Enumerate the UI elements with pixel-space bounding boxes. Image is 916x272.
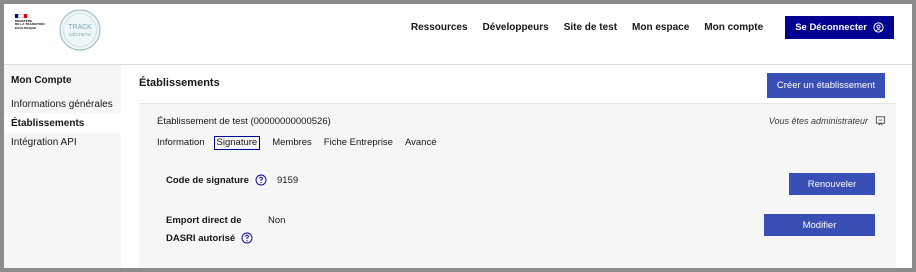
- create-establishment-button[interactable]: Créer un établissement: [767, 73, 885, 98]
- tab-membres[interactable]: Membres: [272, 137, 312, 150]
- flag-icon: [15, 14, 27, 18]
- dasri-label-line2: DASRI autorisé: [166, 233, 236, 244]
- tab-information[interactable]: Information: [157, 137, 205, 150]
- dasri-transport-label: Emport direct de DASRI autorisé: [166, 213, 253, 247]
- sidebar-item-informations-generales[interactable]: Informations générales: [11, 99, 113, 110]
- sidebar-title: Mon Compte: [11, 75, 72, 86]
- dasri-transport-value: Non: [268, 215, 286, 226]
- republique-francaise-logo[interactable]: MINISTÈRE DE LA TRANSITION ÉCOLOGIQUE: [15, 14, 51, 46]
- app-window: MINISTÈRE DE LA TRANSITION ÉCOLOGIQUE TR…: [4, 4, 912, 268]
- help-circle-icon[interactable]: [241, 232, 253, 244]
- renew-button[interactable]: Renouveler: [789, 173, 875, 195]
- dasri-label-line1: Emport direct de: [166, 215, 242, 226]
- signature-code-label: Code de signature: [166, 173, 267, 189]
- sidebar-item-integration-api[interactable]: Intégration API: [11, 137, 77, 148]
- logout-button[interactable]: Se Déconnecter: [785, 15, 894, 39]
- nav-site-de-test[interactable]: Site de test: [564, 22, 617, 33]
- page-title: Établissements: [139, 77, 220, 89]
- logo-text-track: TRACK: [68, 24, 92, 31]
- sidebar-item-etablissements[interactable]: Établissements: [11, 118, 84, 129]
- top-header: MINISTÈRE DE LA TRANSITION ÉCOLOGIQUE TR…: [4, 4, 912, 65]
- establishment-card: Établissement de test (00000000000526) V…: [139, 103, 896, 268]
- user-circle-icon: [873, 21, 884, 33]
- edit-icon[interactable]: [875, 115, 886, 126]
- establishment-title: Établissement de test (00000000000526): [157, 116, 331, 127]
- dasri-label-line2-wrap: DASRI autorisé: [166, 231, 253, 247]
- help-circle-icon[interactable]: [255, 174, 267, 186]
- tab-fiche-entreprise[interactable]: Fiche Entreprise: [324, 137, 393, 150]
- edit-dasri-button[interactable]: Modifier: [764, 214, 875, 236]
- nav-mon-espace[interactable]: Mon espace: [632, 22, 689, 33]
- main-content: Établissements Créer un établissement Ét…: [121, 65, 912, 268]
- signature-code-label-text: Code de signature: [166, 175, 249, 186]
- signature-code-value: 9159: [277, 175, 299, 186]
- establishment-tabs: Information Signature Membres Fiche Entr…: [157, 136, 448, 150]
- role-indicator: Vous êtes administrateur: [769, 115, 886, 126]
- ministry-line: ÉCOLOGIQUE: [15, 25, 37, 30]
- logo-text-dechets: DÉCHETS: [69, 31, 91, 37]
- trackdechets-logo[interactable]: TRACK DÉCHETS: [57, 7, 103, 53]
- tab-avance[interactable]: Avancé: [405, 137, 437, 150]
- nav-developpeurs[interactable]: Développeurs: [483, 22, 549, 33]
- nav-ressources[interactable]: Ressources: [411, 22, 468, 33]
- main-nav: Ressources Développeurs Site de test Mon…: [396, 4, 894, 50]
- role-text: Vous êtes administrateur: [768, 115, 868, 126]
- tab-signature[interactable]: Signature: [213, 136, 261, 150]
- nav-mon-compte[interactable]: Mon compte: [704, 22, 763, 33]
- account-sidebar: Mon Compte Informations générales Établi…: [4, 65, 121, 268]
- logout-label: Se Déconnecter: [795, 21, 867, 33]
